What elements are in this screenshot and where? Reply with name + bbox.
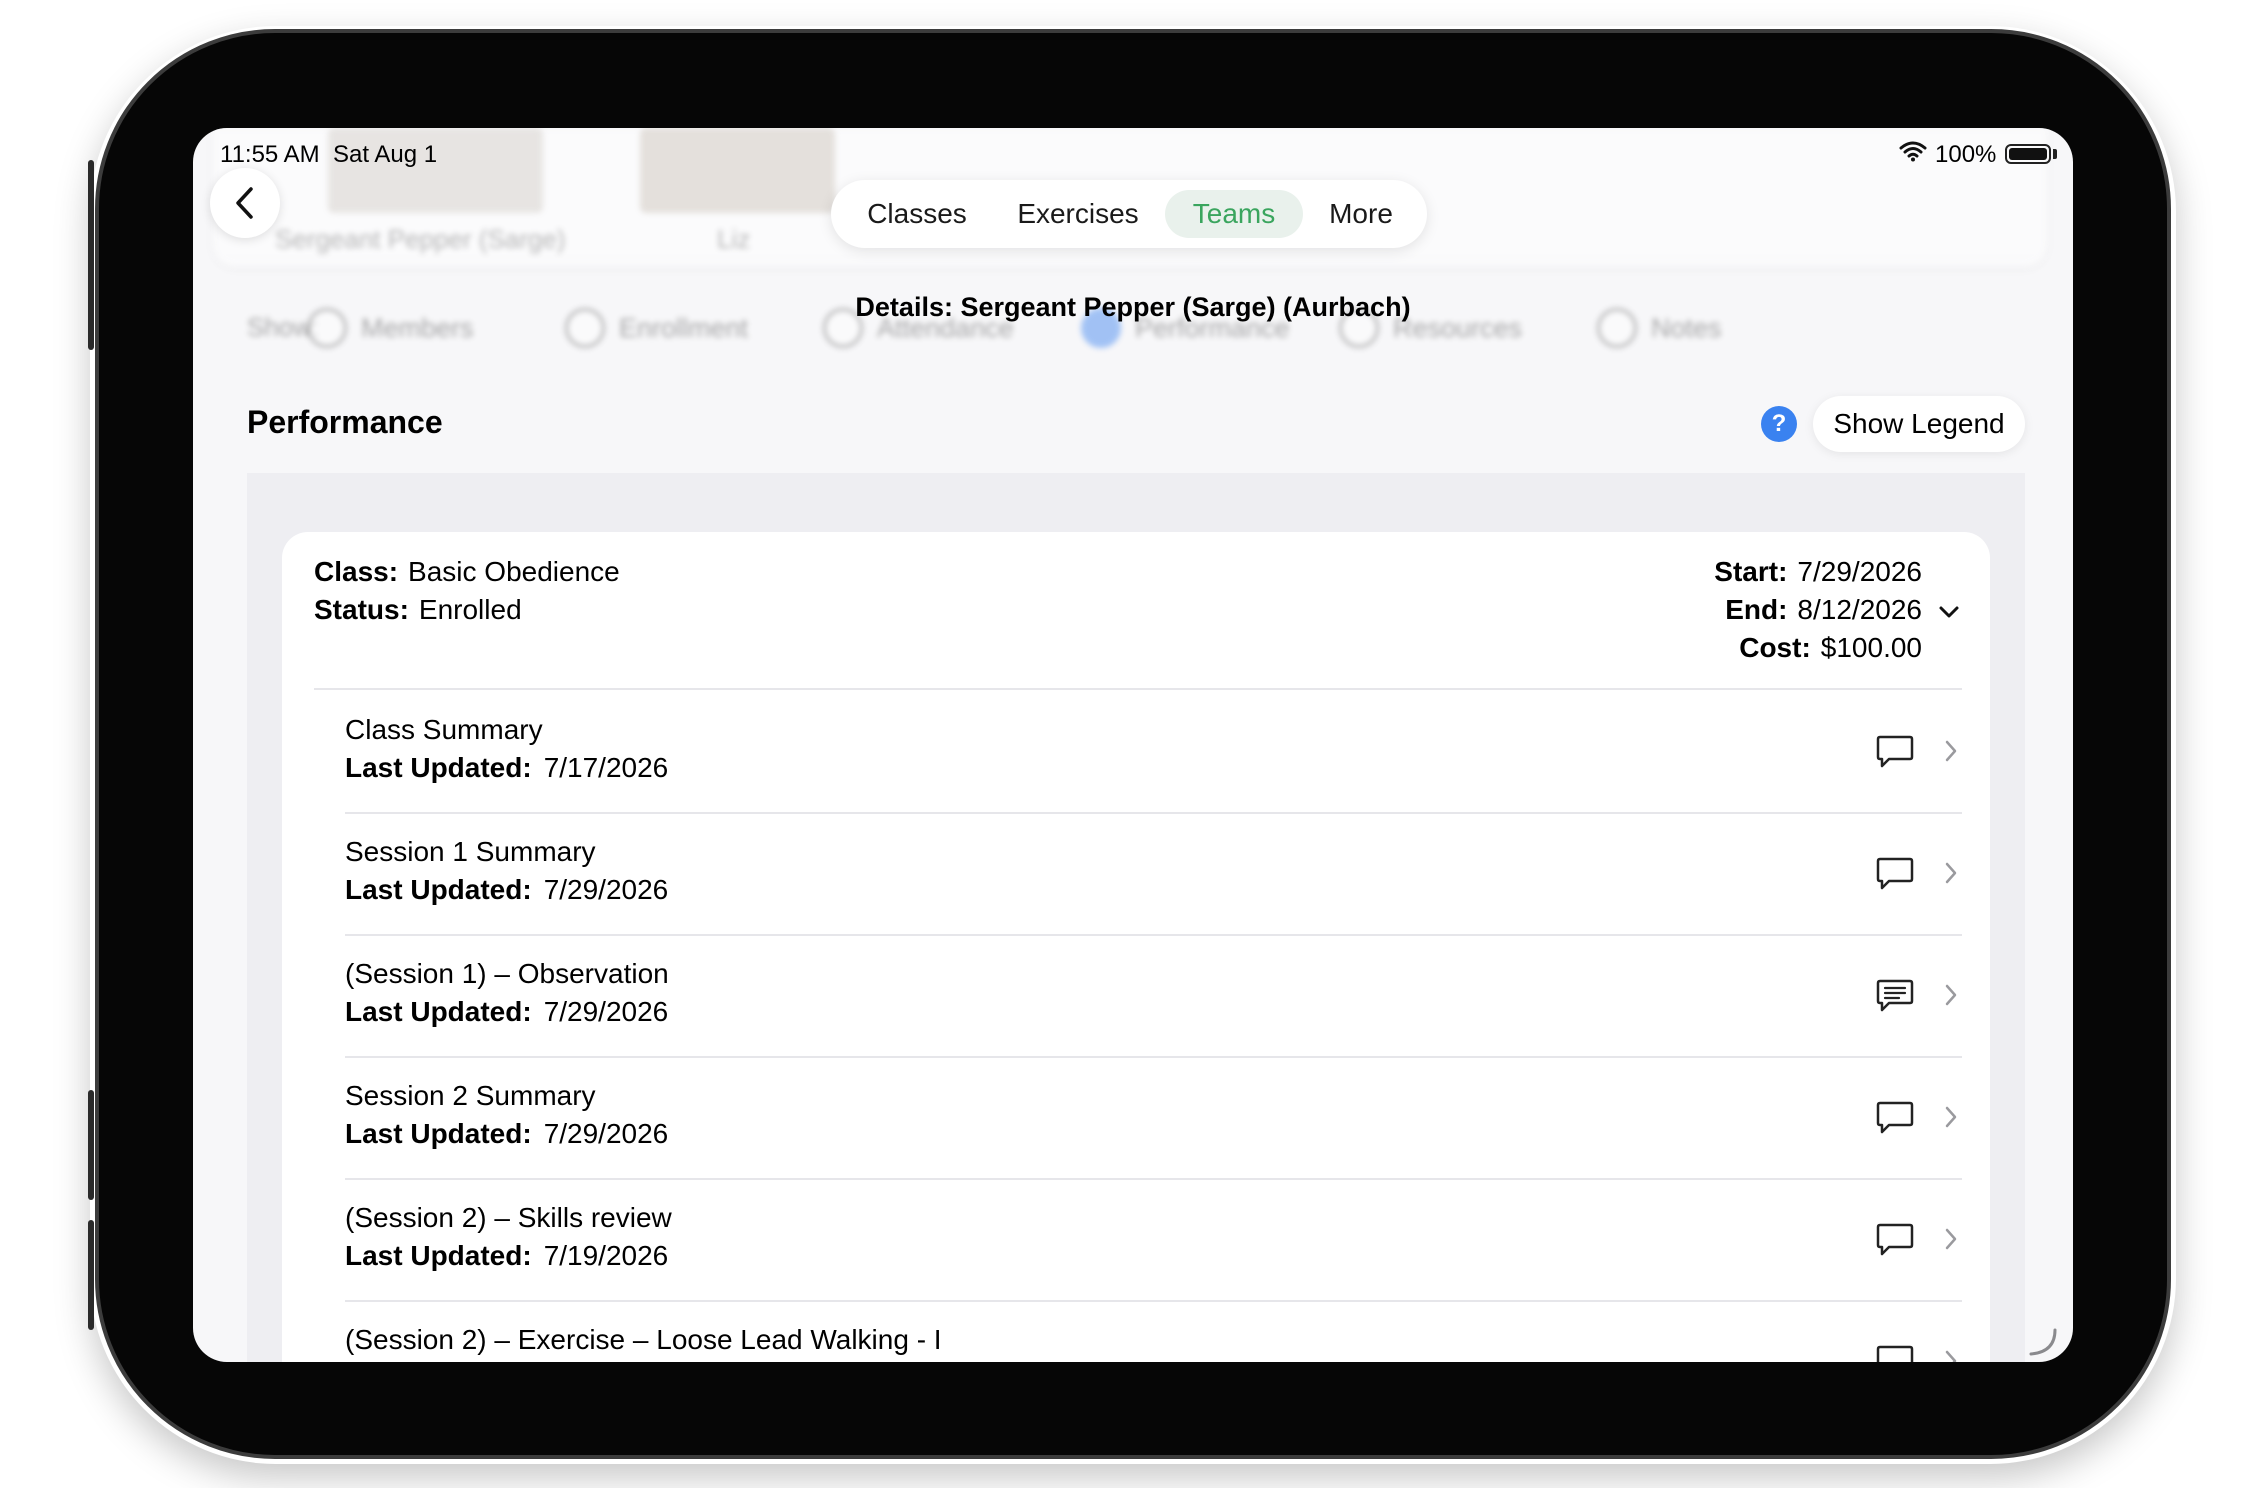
chevron-right-icon[interactable] — [1943, 738, 1959, 764]
side-button — [88, 160, 94, 350]
wifi-icon — [1899, 141, 1927, 162]
row-updated: Last Updated: 7/17/2026 — [345, 752, 668, 784]
row-title[interactable]: Session 2 Summary — [345, 1080, 596, 1112]
row-separator — [345, 1178, 1962, 1180]
screen: Sergeant Pepper (Sarge) Liz Show: Member… — [193, 128, 2073, 1362]
updated-label: Last Updated: — [345, 1240, 532, 1271]
cost-label: Cost: — [1739, 632, 1811, 663]
status-time: 11:55 AM — [220, 141, 320, 168]
comment-icon[interactable] — [1875, 1099, 1915, 1135]
loading-spinner-icon — [2029, 1328, 2057, 1356]
end-info[interactable]: End: 8/12/2026 — [1725, 594, 1922, 626]
class-label: Class: — [314, 556, 399, 587]
updated-value: 7/17/2026 — [543, 752, 669, 783]
status-date: Sat Aug 1 — [333, 141, 438, 168]
cost-value: $100.00 — [1820, 632, 1922, 663]
battery-icon — [2005, 144, 2051, 164]
row-updated: Last Updated: 7/29/2026 — [345, 1118, 668, 1150]
row-title[interactable]: Class Summary — [345, 714, 543, 746]
start-label: Start: — [1714, 556, 1788, 587]
back-button[interactable] — [210, 168, 280, 238]
chevron-down-icon[interactable] — [1938, 604, 1960, 620]
row-title[interactable]: Session 1 Summary — [345, 836, 596, 868]
chevron-right-icon[interactable] — [1943, 982, 1959, 1008]
background-name: Liz — [717, 224, 751, 254]
comment-icon[interactable] — [1875, 855, 1915, 891]
updated-value: 7/29/2026 — [543, 996, 669, 1027]
end-value: 8/12/2026 — [1797, 594, 1922, 625]
row-separator — [345, 1056, 1962, 1058]
updated-value: 7/29/2026 — [543, 1118, 669, 1149]
class-value: Basic Obedience — [408, 556, 620, 587]
background-photo — [640, 128, 835, 213]
chevron-right-icon[interactable] — [1943, 1348, 1959, 1362]
chevron-right-icon[interactable] — [1943, 1226, 1959, 1252]
comment-icon[interactable] — [1875, 733, 1915, 769]
row-separator — [345, 1300, 1962, 1302]
battery-percent: 100% — [1935, 141, 1997, 168]
status-label: Status: — [314, 594, 409, 625]
row-separator — [345, 812, 1962, 814]
start-info: Start: 7/29/2026 — [1714, 556, 1922, 588]
comment-icon[interactable] — [1875, 1343, 1915, 1362]
background-name: Sergeant Pepper (Sarge) — [275, 224, 566, 254]
volume-up-button — [88, 1090, 94, 1200]
cost-info: Cost: $100.00 — [1739, 632, 1922, 664]
end-label: End: — [1725, 594, 1788, 625]
comment-icon[interactable] — [1875, 1221, 1915, 1257]
comment-text-icon[interactable] — [1875, 977, 1915, 1013]
tab-exercises[interactable]: Exercises — [1007, 190, 1149, 238]
start-value: 7/29/2026 — [1797, 556, 1922, 587]
status-value: Enrolled — [418, 594, 522, 625]
section-title: Performance — [247, 404, 443, 440]
updated-value: 7/29/2026 — [543, 874, 669, 905]
row-separator — [345, 934, 1962, 936]
battery-tip — [2053, 149, 2057, 159]
volume-down-button — [88, 1220, 94, 1330]
chevron-right-icon[interactable] — [1943, 860, 1959, 886]
row-updated: Last Updated: 7/19/2026 — [345, 1240, 668, 1272]
updated-label: Last Updated: — [345, 752, 532, 783]
row-title[interactable]: (Session 1) – Observation — [345, 958, 669, 990]
updated-label: Last Updated: — [345, 996, 532, 1027]
updated-label: Last Updated: — [345, 874, 532, 905]
enrollment-card — [282, 532, 1990, 1362]
row-title[interactable]: (Session 2) – Skills review — [345, 1202, 672, 1234]
status-info: Status: Enrolled — [314, 594, 522, 626]
help-icon[interactable]: ? — [1761, 406, 1797, 442]
tab-more[interactable]: More — [1317, 190, 1405, 238]
class-info: Class: Basic Obedience — [314, 556, 620, 588]
details-title: Details: Sergeant Pepper (Sarge) (Aurbac… — [855, 292, 1411, 322]
row-updated: Last Updated: 7/29/2026 — [345, 996, 668, 1028]
tab-bar: Classes Exercises Teams More — [831, 180, 1427, 248]
updated-label: Last Updated: — [345, 1118, 532, 1149]
row-updated: Last Updated: 7/29/2026 — [345, 874, 668, 906]
show-legend-button[interactable]: Show Legend — [1813, 396, 2025, 452]
chevron-right-icon[interactable] — [1943, 1104, 1959, 1130]
card-divider — [314, 688, 1962, 690]
tab-teams[interactable]: Teams — [1165, 190, 1303, 238]
chevron-left-icon — [236, 187, 253, 219]
row-title[interactable]: (Session 2) – Exercise – Loose Lead Walk… — [345, 1324, 942, 1356]
updated-value: 7/19/2026 — [543, 1240, 669, 1271]
tab-classes[interactable]: Classes — [851, 190, 983, 238]
